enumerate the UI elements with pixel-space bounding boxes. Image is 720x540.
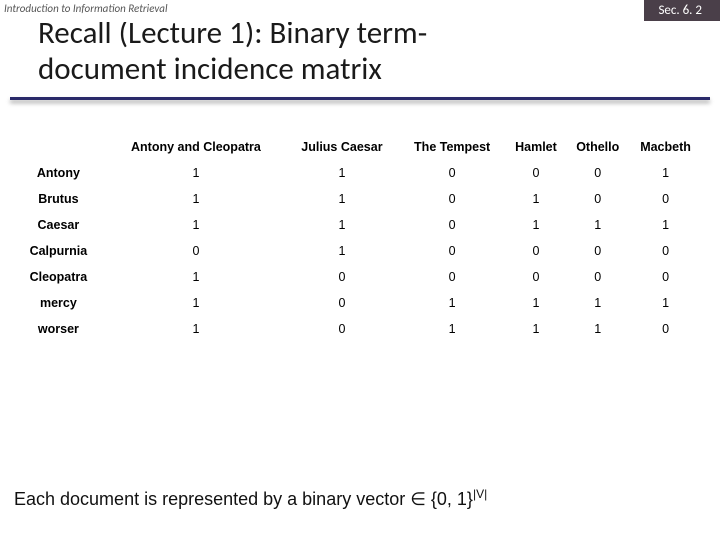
cell: 0 [506,264,567,290]
cell: 1 [399,290,506,316]
cell: 1 [506,290,567,316]
table-row: Brutus 1 1 0 1 0 0 [14,186,702,212]
cell: 1 [285,160,399,186]
cell: 0 [399,264,506,290]
summary-text: Each document is represented by a binary… [14,487,487,510]
cell: 0 [107,238,285,264]
section-tag: Sec. 6. 2 [644,0,720,21]
cell: 0 [506,238,567,264]
cell: 1 [506,186,567,212]
cell: 0 [285,316,399,342]
row-header: Cleopatra [14,264,107,290]
cell: 1 [566,212,629,238]
cell: 1 [629,212,702,238]
incidence-matrix-table: Antony and Cleopatra Julius Caesar The T… [14,134,702,342]
col-header: Macbeth [629,134,702,160]
cell: 0 [285,290,399,316]
cell: 0 [399,160,506,186]
cell: 1 [506,316,567,342]
title-underline [10,97,710,100]
cell: 1 [107,186,285,212]
title-line-2: document incidence matrix [38,50,382,88]
table-row: worser 1 0 1 1 1 0 [14,316,702,342]
cell: 0 [399,238,506,264]
cell: 0 [399,212,506,238]
table-row: Antony 1 1 0 0 0 1 [14,160,702,186]
table-row: Cleopatra 1 0 0 0 0 0 [14,264,702,290]
cell: 0 [566,264,629,290]
table-row: Caesar 1 1 0 1 1 1 [14,212,702,238]
slide-title: Recall (Lecture 1): Binary term- documen… [0,16,720,97]
cell: 1 [399,316,506,342]
cell: 1 [107,212,285,238]
col-header: The Tempest [399,134,506,160]
corner-cell [14,134,107,160]
matrix-table-wrap: Antony and Cleopatra Julius Caesar The T… [14,134,702,342]
cell: 0 [629,264,702,290]
table-header-row: Antony and Cleopatra Julius Caesar The T… [14,134,702,160]
summary-prefix: Each document is represented by a binary… [14,489,473,509]
table-row: mercy 1 0 1 1 1 1 [14,290,702,316]
cell: 1 [285,186,399,212]
cell: 1 [285,212,399,238]
cell: 0 [566,186,629,212]
cell: 0 [566,160,629,186]
cell: 1 [285,238,399,264]
cell: 1 [629,290,702,316]
row-header: Calpurnia [14,238,107,264]
col-header: Hamlet [506,134,567,160]
cell: 1 [566,290,629,316]
summary-superscript: |V| [473,487,487,501]
cell: 0 [629,238,702,264]
col-header: Julius Caesar [285,134,399,160]
cell: 1 [629,160,702,186]
cell: 0 [629,316,702,342]
cell: 0 [629,186,702,212]
cell: 0 [506,160,567,186]
cell: 1 [107,264,285,290]
row-header: Caesar [14,212,107,238]
cell: 1 [566,316,629,342]
col-header: Antony and Cleopatra [107,134,285,160]
course-label: Introduction to Information Retrieval [4,2,167,15]
cell: 0 [566,238,629,264]
table-row: Calpurnia 0 1 0 0 0 0 [14,238,702,264]
cell: 0 [285,264,399,290]
row-header: mercy [14,290,107,316]
row-header: Antony [14,160,107,186]
cell: 1 [506,212,567,238]
row-header: Brutus [14,186,107,212]
cell: 1 [107,316,285,342]
cell: 1 [107,290,285,316]
cell: 0 [399,186,506,212]
col-header: Othello [566,134,629,160]
top-bar: Introduction to Information Retrieval Se… [0,0,720,22]
cell: 1 [107,160,285,186]
row-header: worser [14,316,107,342]
